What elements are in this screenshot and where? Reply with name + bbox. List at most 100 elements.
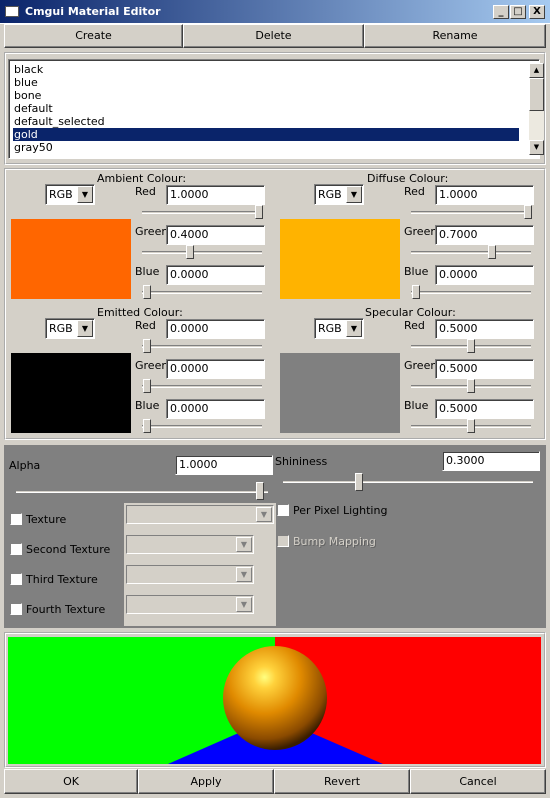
- ambient-blue-slider-thumb[interactable]: [143, 285, 151, 299]
- fourth-texture-checkbox[interactable]: [10, 603, 22, 615]
- ambient-blue-slider[interactable]: [142, 291, 262, 294]
- ambient-mode-select[interactable]: RGB ▼: [45, 184, 95, 205]
- texture-select[interactable]: ▼: [126, 505, 274, 524]
- diffuse-red-slider[interactable]: [411, 211, 531, 214]
- emitted-mode-value: RGB: [49, 322, 73, 335]
- emitted-red-slider[interactable]: [142, 345, 262, 348]
- third-texture-checkbox[interactable]: [10, 573, 22, 585]
- alpha-slider[interactable]: [16, 490, 268, 493]
- chevron-down-icon[interactable]: ▼: [77, 186, 93, 203]
- specular-green-slider-thumb[interactable]: [467, 379, 475, 393]
- ambient-red-slider-thumb[interactable]: [255, 205, 263, 219]
- list-item[interactable]: default_selected: [13, 115, 519, 128]
- ambient-mode-value: RGB: [49, 188, 73, 201]
- specular-mode-value: RGB: [318, 322, 342, 335]
- emitted-red-slider-thumb[interactable]: [143, 339, 151, 353]
- emitted-green-slider-thumb[interactable]: [143, 379, 151, 393]
- minimize-button[interactable]: _: [493, 5, 509, 19]
- maximize-button[interactable]: □: [510, 5, 526, 19]
- emitted-green-field[interactable]: 0.0000: [166, 359, 265, 379]
- material-preview[interactable]: [8, 637, 541, 764]
- diffuse-blue-field[interactable]: 0.0000: [435, 265, 534, 285]
- specular-mode-select[interactable]: RGB ▼: [314, 318, 364, 339]
- emitted-blue-field[interactable]: 0.0000: [166, 399, 265, 419]
- shininess-slider-thumb[interactable]: [355, 473, 363, 491]
- scroll-thumb[interactable]: [529, 78, 544, 111]
- alpha-slider-thumb[interactable]: [256, 482, 264, 500]
- ok-button[interactable]: OK: [4, 769, 138, 794]
- list-item[interactable]: bone: [13, 89, 519, 102]
- scroll-up-icon[interactable]: ▲: [529, 63, 544, 78]
- alpha-label: Alpha: [9, 459, 41, 472]
- emitted-blue-slider-thumb[interactable]: [143, 419, 151, 433]
- list-item-selected[interactable]: gold: [13, 128, 519, 141]
- chevron-down-icon[interactable]: ▼: [346, 320, 362, 337]
- emitted-red-field[interactable]: 0.0000: [166, 319, 265, 339]
- ambient-swatch: [11, 219, 131, 299]
- preview-sphere: [223, 646, 327, 750]
- emitted-mode-select[interactable]: RGB ▼: [45, 318, 95, 339]
- shininess-label: Shininess: [275, 455, 328, 468]
- ambient-blue-field[interactable]: 0.0000: [166, 265, 265, 285]
- create-button[interactable]: Create: [4, 24, 183, 48]
- diffuse-green-field[interactable]: 0.7000: [435, 225, 534, 245]
- emitted-green-slider[interactable]: [142, 385, 262, 388]
- chevron-down-icon[interactable]: ▼: [346, 186, 362, 203]
- emitted-red-label: Red: [135, 319, 156, 332]
- chevron-down-icon: ▼: [236, 537, 252, 552]
- per-pixel-lighting-checkbox[interactable]: [277, 504, 289, 516]
- diffuse-red-field[interactable]: 1.0000: [435, 185, 534, 205]
- specular-red-field[interactable]: 0.5000: [435, 319, 534, 339]
- ambient-green-slider-thumb[interactable]: [186, 245, 194, 259]
- ambient-green-slider[interactable]: [142, 251, 262, 254]
- apply-button[interactable]: Apply: [138, 769, 274, 794]
- chevron-down-icon[interactable]: ▼: [77, 320, 93, 337]
- title-bar[interactable]: Cmgui Material Editor _ □ X: [0, 0, 550, 24]
- second-texture-label: Second Texture: [26, 543, 111, 556]
- chevron-down-icon: ▼: [236, 597, 252, 612]
- diffuse-mode-select[interactable]: RGB ▼: [314, 184, 364, 205]
- list-item[interactable]: default: [13, 102, 519, 115]
- texture-label: Texture: [26, 513, 67, 526]
- material-list[interactable]: black blue bone default default_selected…: [8, 59, 544, 159]
- diffuse-green-slider-thumb[interactable]: [488, 245, 496, 259]
- specular-red-slider-thumb[interactable]: [467, 339, 475, 353]
- second-texture-checkbox[interactable]: [10, 543, 22, 555]
- ambient-red-slider[interactable]: [142, 211, 262, 214]
- list-item[interactable]: black: [13, 63, 519, 76]
- app-icon: [5, 6, 19, 17]
- specular-blue-slider-thumb[interactable]: [467, 419, 475, 433]
- revert-button[interactable]: Revert: [274, 769, 410, 794]
- cancel-button[interactable]: Cancel: [410, 769, 546, 794]
- third-texture-select[interactable]: ▼: [126, 565, 254, 584]
- specular-title: Specular Colour:: [365, 306, 456, 319]
- diffuse-red-slider-thumb[interactable]: [524, 205, 532, 219]
- alpha-field[interactable]: 1.0000: [175, 455, 273, 475]
- delete-button[interactable]: Delete: [183, 24, 364, 48]
- diffuse-title: Diffuse Colour:: [367, 172, 449, 185]
- scroll-down-icon[interactable]: ▼: [529, 140, 544, 155]
- texture-checkbox[interactable]: [10, 513, 22, 525]
- rename-button[interactable]: Rename: [364, 24, 546, 48]
- fourth-texture-select[interactable]: ▼: [126, 595, 254, 614]
- emitted-title: Emitted Colour:: [97, 306, 183, 319]
- second-texture-select[interactable]: ▼: [126, 535, 254, 554]
- third-texture-label: Third Texture: [26, 573, 98, 586]
- shininess-field[interactable]: 0.3000: [442, 451, 540, 471]
- emitted-swatch: [11, 353, 131, 433]
- emitted-blue-slider[interactable]: [142, 425, 262, 428]
- diffuse-blue-slider[interactable]: [411, 291, 531, 294]
- ambient-red-field[interactable]: 1.0000: [166, 185, 265, 205]
- specular-blue-field[interactable]: 0.5000: [435, 399, 534, 419]
- specular-swatch: [280, 353, 400, 433]
- diffuse-blue-slider-thumb[interactable]: [412, 285, 420, 299]
- list-item[interactable]: gray50: [13, 141, 519, 154]
- shininess-slider[interactable]: [283, 480, 533, 483]
- bump-mapping-checkbox[interactable]: [277, 535, 289, 547]
- close-button[interactable]: X: [529, 5, 545, 19]
- ambient-green-field[interactable]: 0.4000: [166, 225, 265, 245]
- diffuse-green-slider[interactable]: [411, 251, 531, 254]
- list-item[interactable]: blue: [13, 76, 519, 89]
- list-scrollbar[interactable]: ▲ ▼: [529, 63, 544, 155]
- specular-green-field[interactable]: 0.5000: [435, 359, 534, 379]
